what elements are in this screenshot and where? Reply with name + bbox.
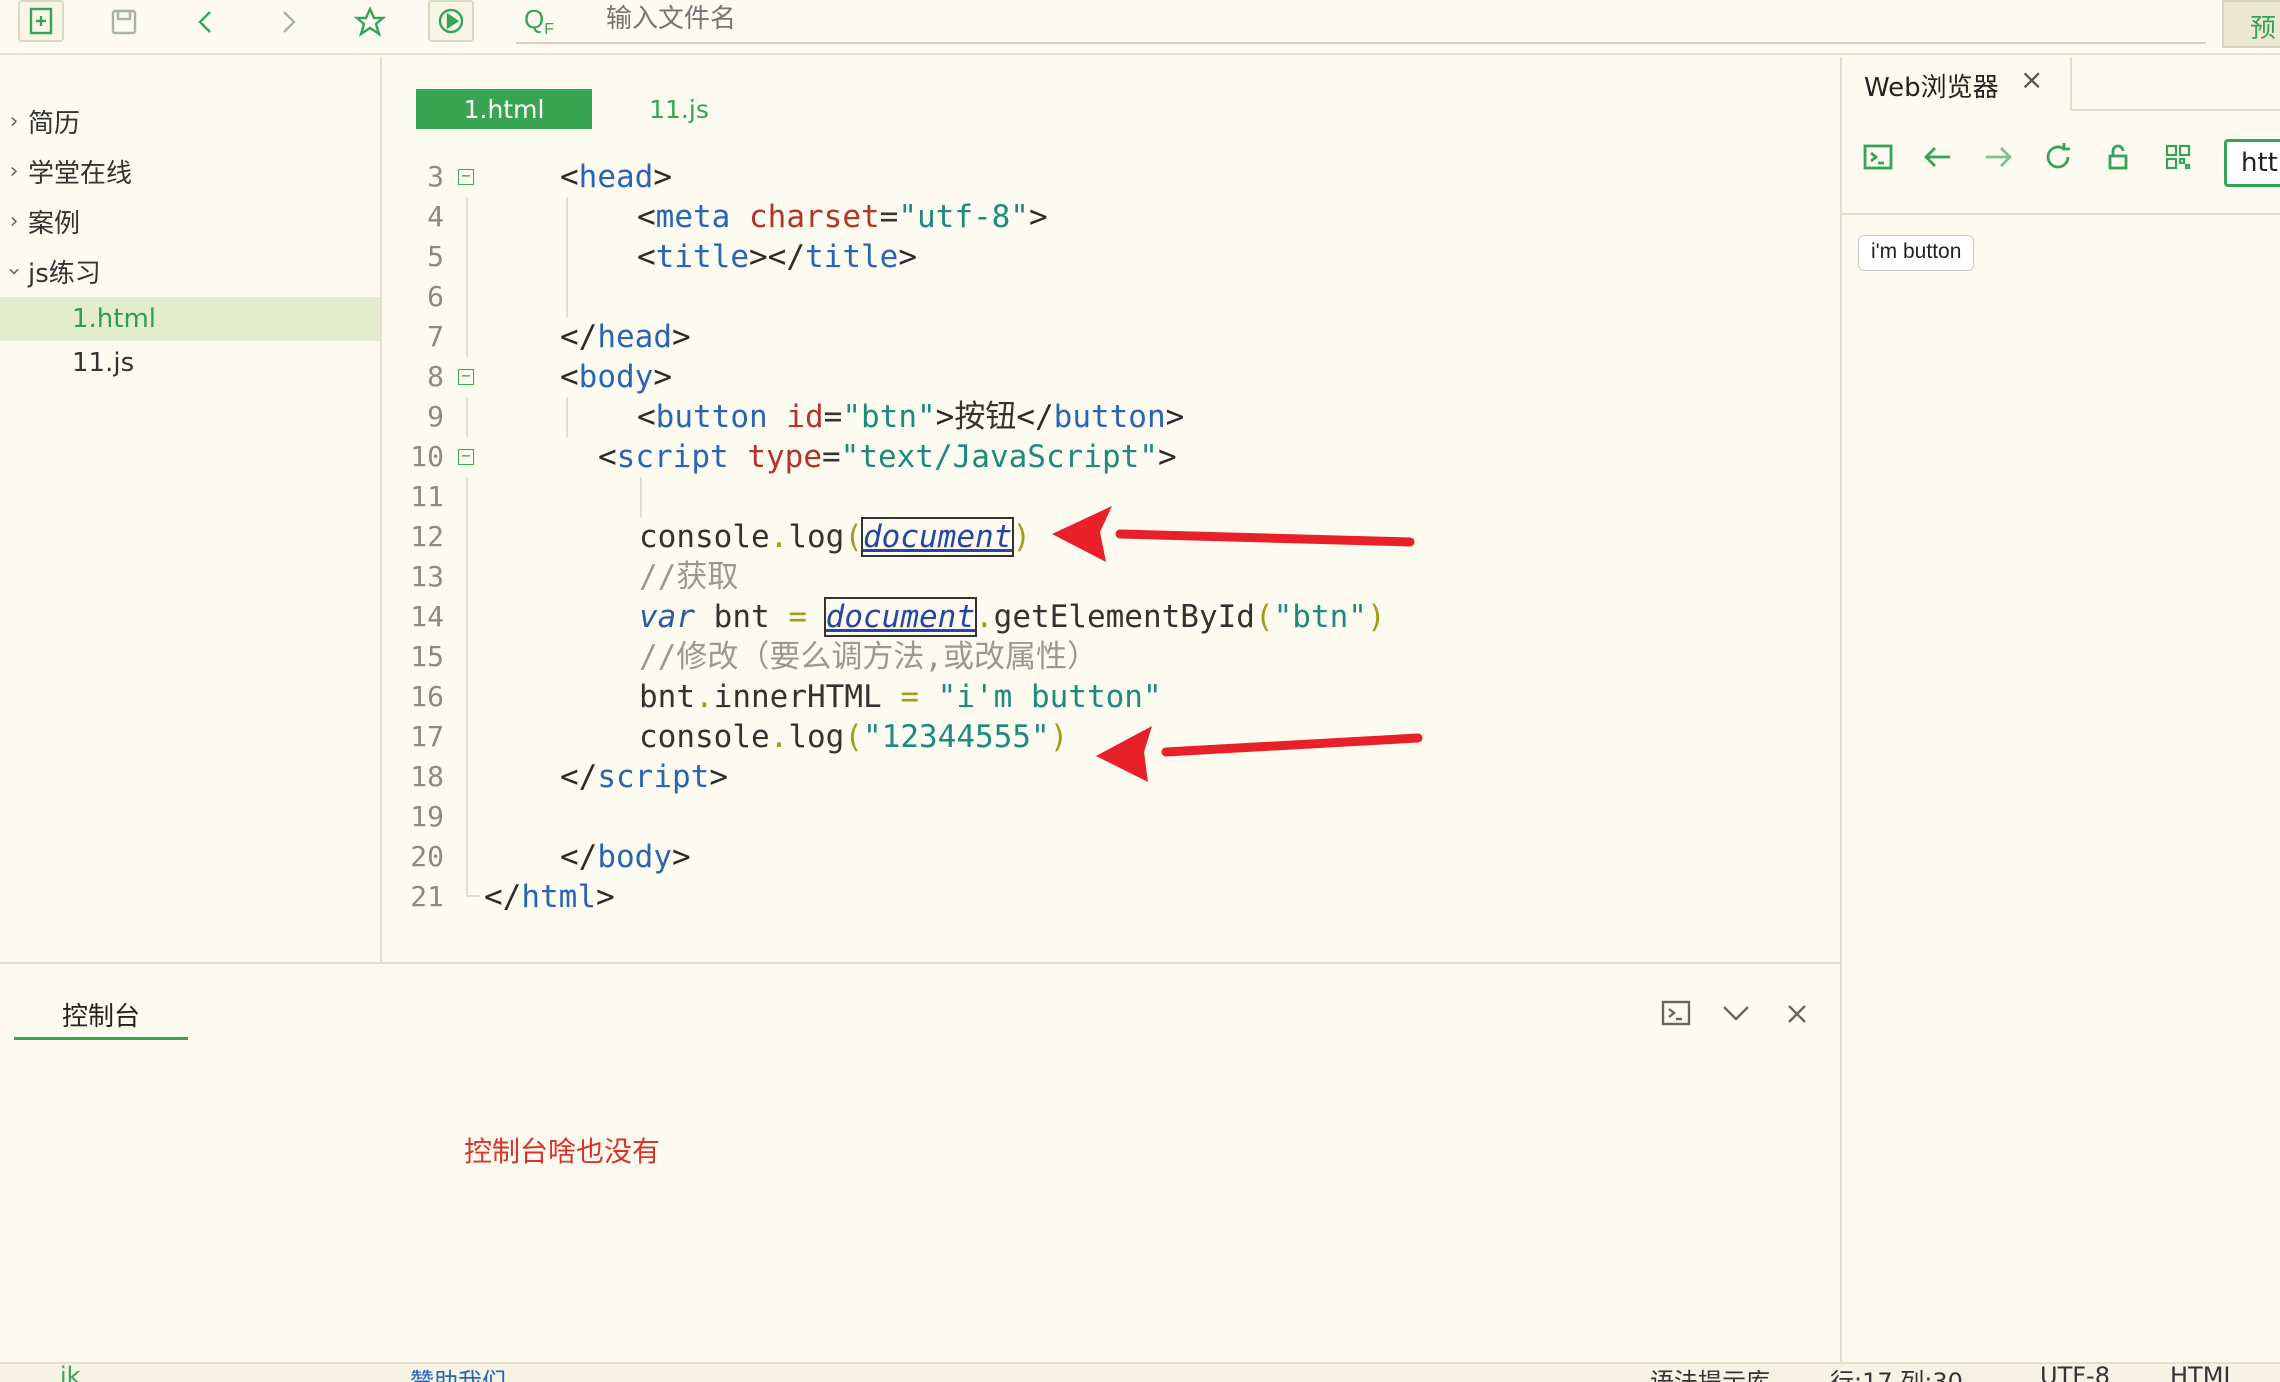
chevron-right-icon: › — [9, 158, 19, 184]
code-line: 4 <meta charset="utf-8"> — [427, 197, 1048, 237]
code-line: 14 var bnt = document.getElementById("btn… — [410, 597, 1386, 637]
code-line: 16 bnt.innerHTML = "i'm button" — [410, 677, 1162, 717]
web-browser-panel: Web浏览器 × http i'm button — [1840, 57, 2280, 1362]
tree-folder-xuetang[interactable]: › 学堂在线 — [0, 149, 380, 193]
tree-file-1-html[interactable]: 1.html — [0, 297, 380, 341]
divider — [1842, 213, 2280, 215]
preview-page-button[interactable]: i'm button — [1858, 235, 1975, 271]
code-line: 10− <script type="text/JavaScript"> — [410, 439, 1177, 475]
tab-1-html[interactable]: 1.html — [416, 89, 592, 129]
tree-folder-js-practice[interactable]: › js练习 — [0, 249, 380, 293]
tree-label: 简历 — [28, 108, 81, 139]
tab-11-js[interactable]: 11.js — [624, 89, 734, 129]
forward-icon[interactable] — [264, 0, 312, 44]
code-line: 9 <button id="btn">按钮</button> — [427, 397, 1185, 437]
run-icon[interactable] — [428, 0, 474, 42]
status-sponsor-link[interactable]: 赞助我们 — [410, 1364, 506, 1382]
console-message: 控制台啥也没有 — [464, 1135, 661, 1168]
chevron-down-icon[interactable] — [1720, 998, 1752, 1032]
back-icon[interactable] — [182, 0, 230, 44]
save-icon[interactable] — [100, 0, 148, 44]
chevron-down-icon: › — [1, 266, 27, 276]
tab-web-browser[interactable]: Web浏览器 — [1864, 67, 1999, 104]
fold-icon[interactable]: − — [458, 448, 474, 465]
code-line: 5 <title></title> — [427, 237, 917, 277]
tree-folder-cases[interactable]: › 案例 — [0, 199, 380, 243]
code-line: 8− <body> — [427, 359, 672, 395]
file-search-input[interactable] — [606, 0, 1606, 38]
code-line: 15//修改（要么调方法,或改属性） — [410, 637, 1098, 677]
code-line: 20 </body> — [410, 837, 691, 877]
tab-divider — [2072, 109, 2280, 111]
refresh-icon[interactable] — [2042, 141, 2082, 181]
new-file-icon[interactable] — [18, 0, 64, 42]
search-icon: QF — [524, 4, 555, 39]
close-icon[interactable] — [1784, 998, 1810, 1032]
tab-console[interactable]: 控制台 — [14, 996, 188, 1040]
forward-arrow-icon[interactable] — [1982, 141, 2022, 181]
status-bar: jk 赞助我们 语法提示库 行:17 列:30 UTF-8 HTML — [0, 1362, 2280, 1382]
code-line: 21 </html> — [410, 877, 615, 915]
fold-icon[interactable]: − — [458, 368, 474, 385]
url-input[interactable]: http — [2224, 139, 2280, 187]
code-line: 6 — [384, 277, 1840, 317]
chevron-right-icon: › — [9, 208, 19, 234]
tree-label: 案例 — [28, 208, 81, 239]
annotation-arrow-2 — [1096, 726, 1423, 782]
chevron-right-icon: › — [9, 108, 19, 134]
console-terminal-icon[interactable] — [1862, 141, 1902, 181]
status-user[interactable]: jk — [60, 1364, 81, 1382]
star-icon[interactable] — [346, 0, 394, 44]
toolbar: QF 预 — [0, 0, 2280, 55]
status-encoding[interactable]: UTF-8 — [2040, 1364, 2110, 1382]
preview-button[interactable]: 预 — [2222, 0, 2280, 48]
annotation-arrow-1 — [1052, 506, 1415, 562]
lock-icon[interactable] — [2102, 141, 2142, 181]
fold-icon[interactable]: − — [458, 168, 474, 185]
tree-label: 1.html — [72, 304, 157, 334]
back-arrow-icon[interactable] — [1922, 141, 1962, 181]
tree-label: 11.js — [72, 348, 135, 378]
close-icon[interactable]: × — [2020, 63, 2043, 96]
status-language[interactable]: HTML — [2170, 1364, 2237, 1382]
tab-divider — [2070, 57, 2072, 111]
status-cursor-position[interactable]: 行:17 列:30 — [1830, 1364, 1963, 1382]
code-line: 7 </head> — [427, 317, 691, 357]
code-line: 3− <head> — [427, 159, 672, 195]
project-sidebar: › 简历 › 学堂在线 › 案例 › js练习 1.html 11.js — [0, 57, 382, 962]
tree-label: 学堂在线 — [28, 158, 133, 189]
file-search: QF — [516, 0, 2206, 44]
console-terminal-icon[interactable] — [1660, 998, 1692, 1032]
qr-code-icon[interactable] — [2162, 141, 2202, 181]
tree-folder-resume[interactable]: › 简历 — [0, 99, 380, 143]
code-line: 19 — [384, 797, 1840, 837]
tree-label: js练习 — [28, 258, 101, 289]
console-panel: 控制台 控制台啥也没有 — [0, 962, 1840, 1362]
tree-file-11-js[interactable]: 11.js — [0, 341, 380, 385]
status-syntax-hint[interactable]: 语法提示库 — [1650, 1364, 1770, 1382]
